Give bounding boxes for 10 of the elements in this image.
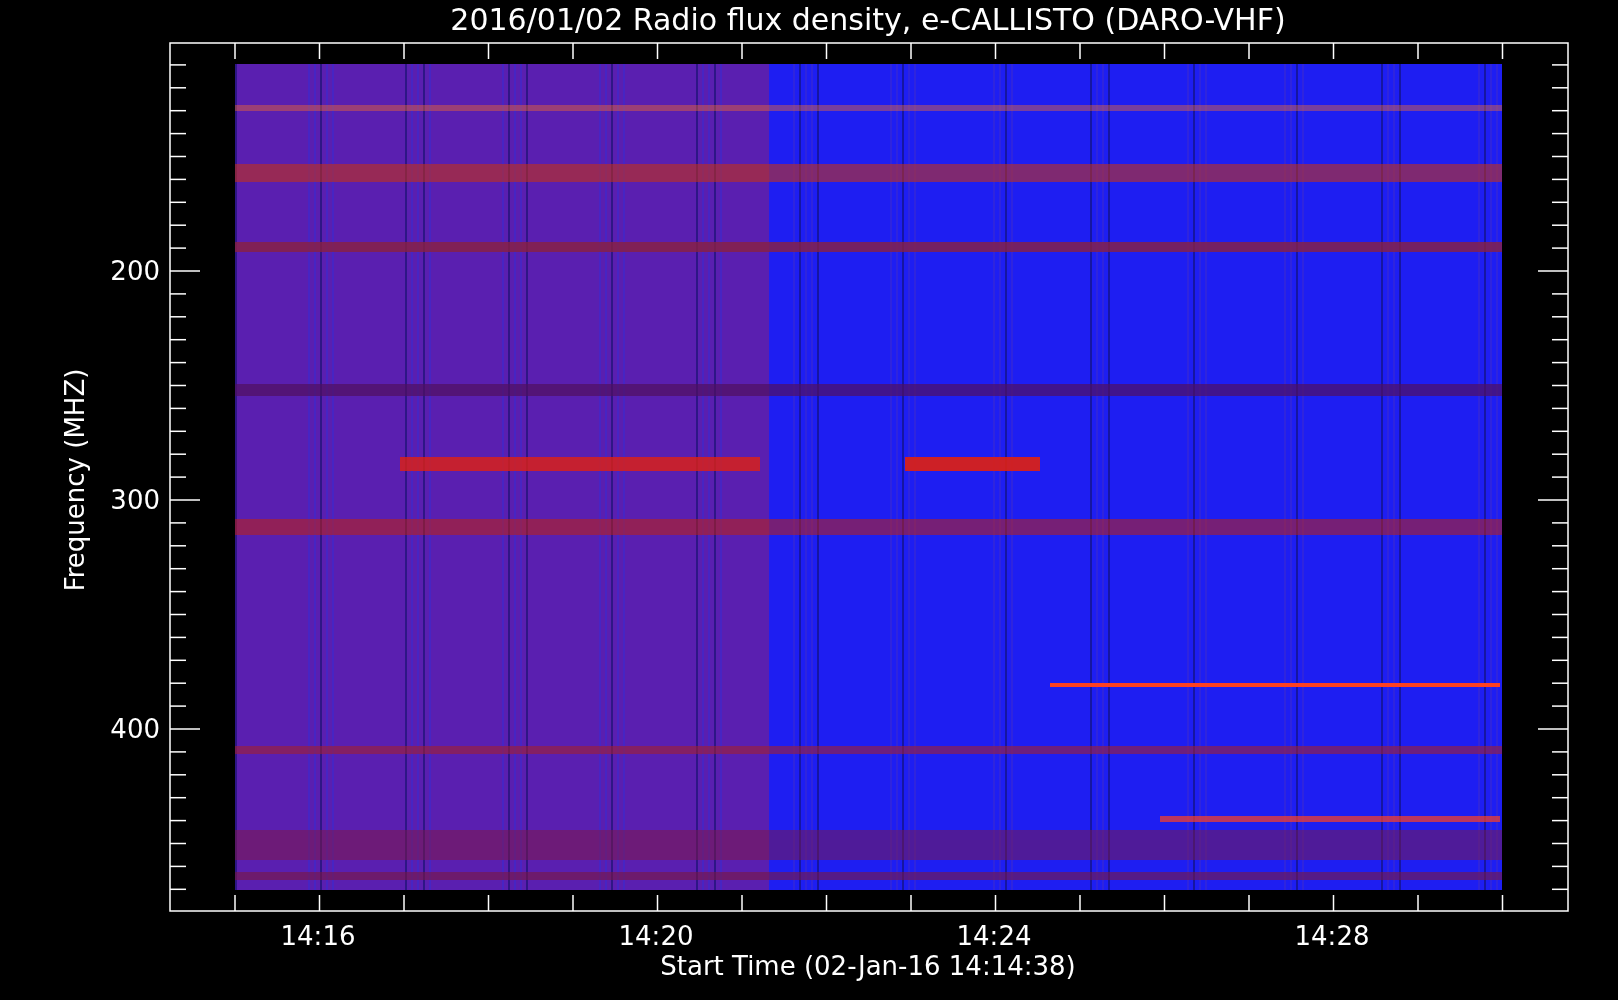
x-tick-label: 14:20 bbox=[618, 921, 694, 951]
chart-title: 2016/01/02 Radio flux density, e-CALLISTO (DARO-VHF) bbox=[450, 2, 1286, 37]
x-tick-label: 14:24 bbox=[956, 921, 1032, 951]
y-tick-label: 400 bbox=[110, 714, 160, 744]
x-axis-label: Start Time (02-Jan-16 14:14:38) bbox=[660, 951, 1076, 981]
y-axis-label: Frequency (MHZ) bbox=[60, 368, 90, 592]
x-tick-label: 14:16 bbox=[280, 921, 356, 951]
x-tick-label: 14:28 bbox=[1294, 921, 1370, 951]
y-tick-label: 300 bbox=[110, 485, 160, 515]
y-tick-label: 200 bbox=[110, 256, 160, 286]
